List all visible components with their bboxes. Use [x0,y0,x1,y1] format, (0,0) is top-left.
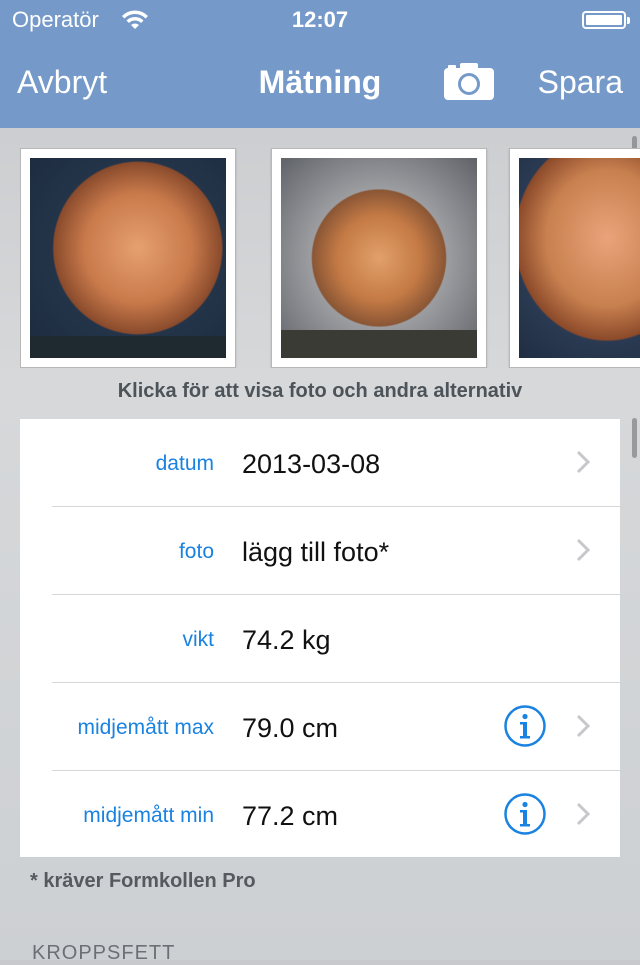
row-midjematt-max[interactable]: midjemått max 79.0 cm [20,683,620,771]
photo-image [281,158,477,358]
row-value: 74.2 kg [242,625,331,655]
row-label: vikt [182,628,215,651]
row-value: 2013-03-08 [242,449,381,479]
chevron-right-icon [576,538,590,562]
info-icon[interactable] [504,793,546,835]
status-bar: Operatör 12:07 [0,0,640,40]
row-value: lägg till foto* [242,537,390,567]
save-button[interactable]: Spara [538,64,623,101]
row-label: midjemått min [83,804,214,827]
photo-image [519,158,640,358]
chevron-right-icon [576,450,590,474]
row-value: 79.0 cm [242,713,339,743]
photo-strip[interactable] [20,148,640,368]
photo-caption: Klicka för att visa foto och andra alter… [117,380,523,402]
chevron-right-icon [576,802,590,826]
photo-image [30,158,226,358]
row-vikt[interactable]: vikt 74.2 kg [20,595,620,683]
scrollbar-indicator [632,418,637,458]
row-label: datum [155,452,214,475]
photo-thumbnail[interactable] [509,148,640,368]
section-header: KROPPSFETT [32,942,176,964]
measurement-table: datum 2013-03-08 foto lägg till foto* vi… [20,419,620,857]
row-label: foto [178,540,214,563]
row-foto[interactable]: foto lägg till foto* [20,507,620,595]
chevron-right-icon [576,714,590,738]
status-time: 12:07 [291,7,349,32]
row-label: midjemått max [77,716,214,739]
info-icon[interactable] [504,705,546,747]
row-midjematt-min[interactable]: midjemått min 77.2 cm [20,771,620,859]
row-value: 77.2 cm [242,801,339,831]
row-datum[interactable]: datum 2013-03-08 [20,419,620,507]
camera-icon[interactable] [444,62,494,100]
footnote: * kräver Formkollen Pro [30,870,256,892]
photo-thumbnail[interactable] [20,148,236,368]
photo-thumbnail[interactable] [271,148,487,368]
battery-icon [582,11,630,29]
navigation-bar: Operatör 12:07 Avbryt Mätning Spara [0,0,640,128]
